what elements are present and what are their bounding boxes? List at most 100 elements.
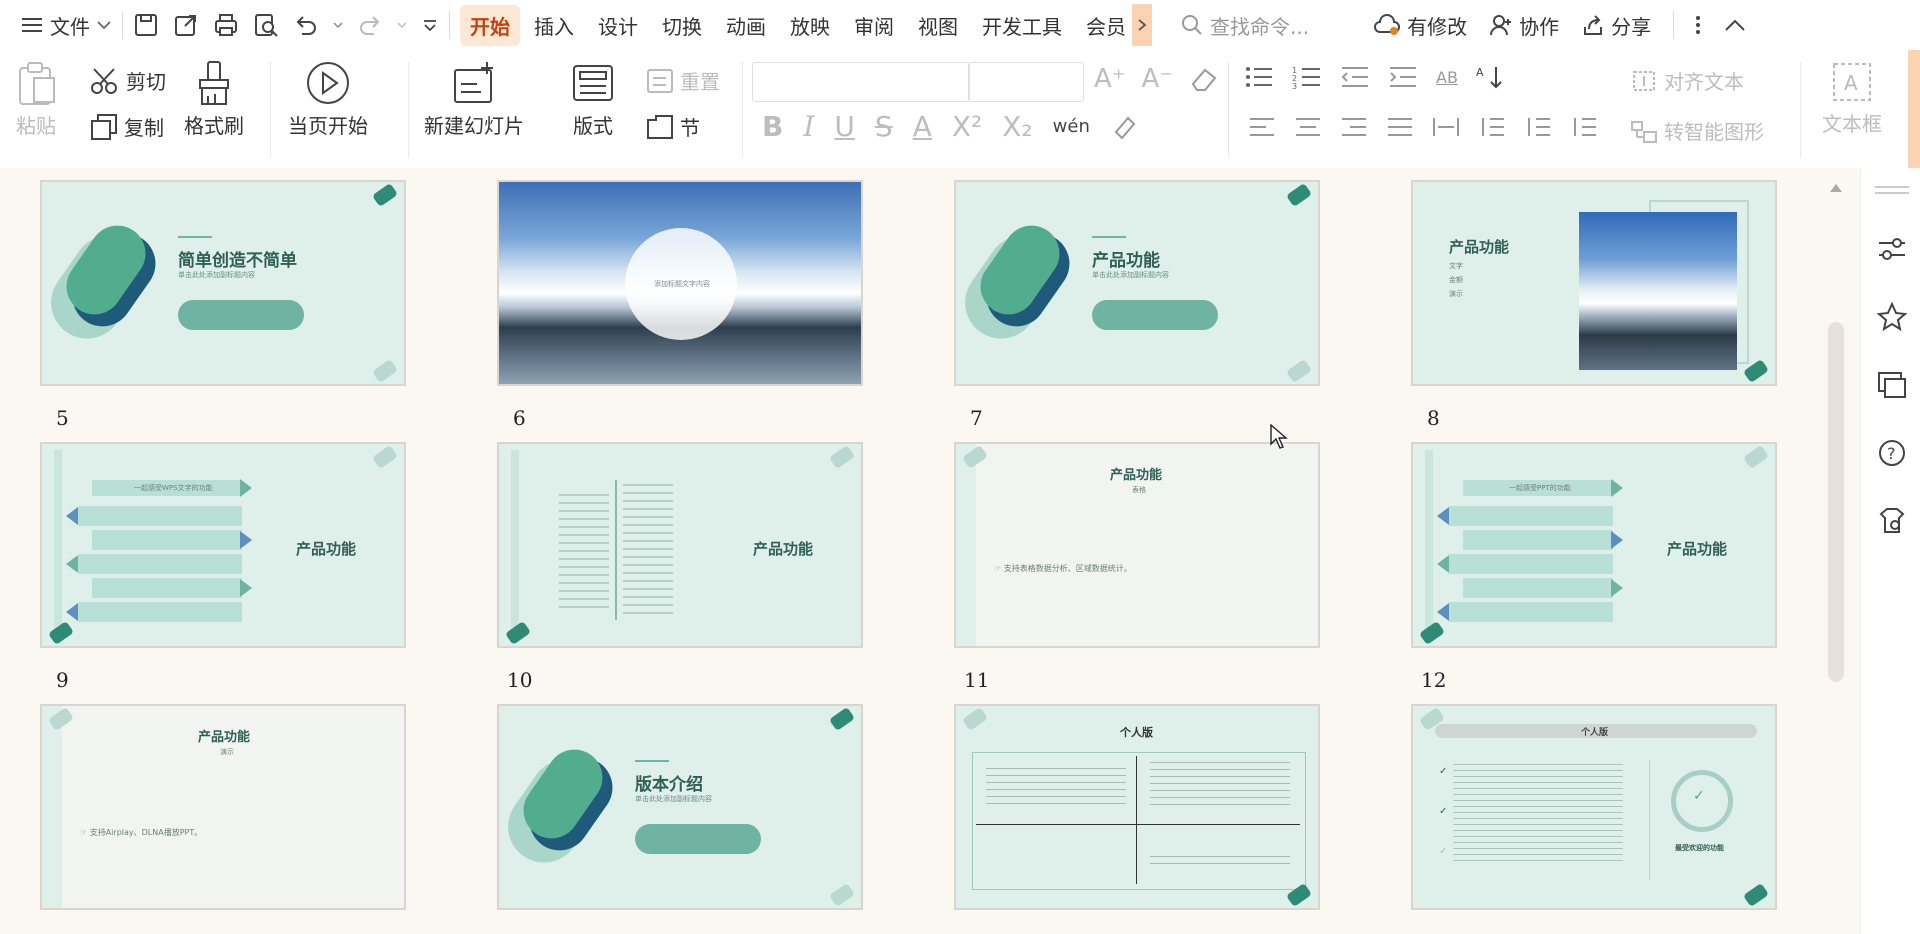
slide-title: 版本介绍 (635, 775, 703, 795)
hamburger-icon (20, 15, 44, 35)
help-icon[interactable]: ? (1877, 438, 1907, 468)
line-spacing-options-icon[interactable] (1570, 116, 1598, 138)
slide-transition-icon[interactable] (1877, 370, 1907, 400)
numbered-list-icon[interactable]: 123 (1292, 64, 1322, 90)
skin-theme-icon[interactable] (1877, 506, 1907, 536)
search-icon (1180, 13, 1204, 37)
eraser-icon[interactable] (1189, 66, 1219, 92)
slide-thumbnail-5[interactable]: 添加标题文字内容 (497, 180, 863, 386)
scrollbar-thumb[interactable] (1828, 322, 1844, 682)
font-family-select[interactable] (752, 62, 970, 102)
strikethrough-icon[interactable]: S (875, 110, 893, 143)
star-magic-icon[interactable] (1877, 302, 1907, 332)
slide-title: 产品功能 (1092, 251, 1160, 271)
divider (122, 11, 123, 39)
play-from-current-button[interactable]: 当页开始 (288, 60, 368, 139)
slide-thumbnail-11[interactable]: 一起感受PPT的功能 产品功能 (1411, 442, 1777, 648)
ribbon-toolbar: 粘贴 剪切 复制 格式刷 当页开始 新建幻灯片 版式 重置 节 A⁺ A⁻ B … (0, 50, 1920, 169)
tab-insert[interactable]: 插入 (524, 5, 584, 46)
new-slide-button[interactable]: 新建幻灯片 (424, 60, 524, 139)
highlight-icon[interactable] (1110, 114, 1138, 140)
tab-home[interactable]: 开始 (460, 4, 520, 46)
slide-thumbnail-15[interactable]: 个人版 ✓ ✓ ✓ ✓ 最受欢迎的功能 (1411, 704, 1777, 910)
scroll-up-icon[interactable] (1829, 178, 1843, 197)
export-icon[interactable] (173, 12, 199, 38)
quick-access-dropdown-icon[interactable] (421, 16, 439, 34)
font-color-icon[interactable]: A (913, 110, 932, 143)
tab-member[interactable]: 会员 (1076, 5, 1128, 46)
slide-thumbnail-9[interactable]: 产品功能 (497, 442, 863, 648)
undo-dropdown-icon[interactable] (333, 21, 343, 29)
sort-icon[interactable]: A (1476, 64, 1506, 90)
slide-thumbnail-8[interactable]: 一起感受WPS文字的功能 产品功能 (40, 442, 406, 648)
slide-thumbnail-4[interactable]: 简单创造不简单 单击此处添加副标题内容 (40, 180, 406, 386)
svg-text:A: A (1476, 66, 1484, 79)
ribbon-scroll-right[interactable] (1908, 50, 1920, 168)
file-menu[interactable]: 文件 (20, 11, 112, 40)
slide-thumbnail-12[interactable]: 产品功能 演示 ☞ 支持Airplay、DLNA播放PPT。 (40, 704, 406, 910)
bullet-list-icon[interactable] (1244, 64, 1274, 90)
align-right-icon[interactable] (1340, 116, 1368, 138)
decrease-font-icon[interactable]: A⁻ (1142, 64, 1174, 94)
tab-review[interactable]: 审阅 (844, 5, 904, 46)
tab-developer[interactable]: 开发工具 (972, 5, 1072, 46)
print-icon[interactable] (213, 12, 239, 38)
paste-button[interactable]: 粘贴 (14, 60, 58, 139)
save-icon[interactable] (133, 12, 159, 38)
line-spacing-icon[interactable] (1478, 116, 1506, 138)
decrease-indent-icon[interactable] (1340, 64, 1370, 90)
increase-indent-icon[interactable] (1388, 64, 1418, 90)
text-box-button[interactable]: A 文本框 (1822, 60, 1882, 137)
italic-icon[interactable]: I (803, 110, 814, 143)
smart-shape-button[interactable]: 转智能图形 (1630, 116, 1764, 145)
layout-button[interactable]: 版式 (570, 60, 616, 139)
section-button[interactable]: 节 (646, 112, 700, 141)
collaborate-button[interactable]: 协作 (1489, 11, 1559, 40)
superscript-icon[interactable]: X² (952, 110, 982, 143)
phonetic-icon[interactable]: wén (1053, 116, 1090, 137)
more-options-icon[interactable] (1694, 14, 1702, 36)
content-row (1449, 554, 1613, 574)
smart-shape-label: 转智能图形 (1664, 120, 1764, 144)
undo-icon[interactable] (293, 12, 319, 38)
copy-button[interactable]: 复制 (90, 112, 164, 141)
tab-design[interactable]: 设计 (588, 5, 648, 46)
cut-button[interactable]: 剪切 (90, 66, 166, 95)
tab-slideshow[interactable]: 放映 (780, 5, 840, 46)
slide-thumbnail-13[interactable]: 版本介绍 单击此处添加副标题内容 (497, 704, 863, 910)
align-text-button[interactable]: 对齐文本 (1630, 66, 1744, 95)
text-direction-icon[interactable]: AB (1436, 68, 1458, 87)
redo-dropdown-icon[interactable] (397, 21, 407, 29)
tab-transitions[interactable]: 切换 (652, 5, 712, 46)
paragraph-spacing-icon[interactable] (1524, 116, 1552, 138)
collapse-ribbon-icon[interactable] (1724, 18, 1746, 32)
panel-handle[interactable] (1875, 186, 1909, 188)
align-left-icon[interactable] (1248, 116, 1276, 138)
tabs-scroll-right-button[interactable] (1132, 4, 1152, 46)
subscript-icon[interactable]: X₂ (1002, 110, 1032, 143)
increase-font-icon[interactable]: A⁺ (1094, 64, 1126, 94)
align-center-icon[interactable] (1294, 116, 1322, 138)
tab-view[interactable]: 视图 (908, 5, 968, 46)
command-search[interactable]: 查找命令... (1180, 11, 1309, 40)
slide-thumbnail-6[interactable]: 产品功能 单击此处添加副标题内容 (954, 180, 1320, 386)
format-painter-button[interactable]: 格式刷 (184, 60, 244, 139)
slide-thumbnail-10[interactable]: 产品功能 表格 ☞ 支持表格数据分析、区域数据统计。 (954, 442, 1320, 648)
bold-icon[interactable]: B (762, 110, 783, 143)
underline-icon[interactable]: U (834, 110, 855, 143)
font-size-select[interactable] (968, 62, 1084, 102)
distribute-icon[interactable] (1432, 116, 1460, 138)
slide-thumbnail-7[interactable]: 产品功能 文字 金额 演示 (1411, 180, 1777, 386)
justify-icon[interactable] (1386, 116, 1414, 138)
content-row (1449, 506, 1613, 526)
slide-thumbnail-14[interactable]: 个人版 (954, 704, 1320, 910)
changes-button[interactable]: 有修改 (1373, 11, 1467, 40)
print-preview-icon[interactable] (253, 12, 279, 38)
adjust-settings-icon[interactable] (1877, 234, 1907, 264)
reset-button[interactable]: 重置 (646, 66, 720, 95)
slide-subtitle: 单击此处添加副标题内容 (178, 271, 255, 279)
redo-icon[interactable] (357, 12, 383, 38)
tab-animation[interactable]: 动画 (716, 5, 776, 46)
decorative-shape (371, 444, 399, 470)
share-button[interactable]: 分享 (1581, 11, 1651, 40)
